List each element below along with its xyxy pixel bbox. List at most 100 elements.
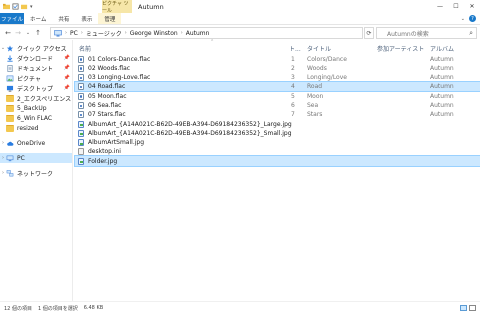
back-button[interactable]: ← xyxy=(3,26,13,40)
table-row[interactable]: Folder.jpg xyxy=(74,155,480,167)
pin-icon[interactable]: 📌 xyxy=(64,65,70,71)
nav-item-onedrive[interactable]: › OneDrive xyxy=(0,138,72,148)
details-view-icon[interactable] xyxy=(460,305,467,311)
column-header: ⌃ 名前 ト... タイトル 参加アーティスト アルバム xyxy=(75,39,480,54)
ribbon-tabs: ファイル ホーム 共有 表示 管理 ⌄ ? xyxy=(0,13,480,25)
table-row[interactable]: 06 Sea.flac 6 Sea Autumn xyxy=(75,100,480,109)
network-icon xyxy=(6,169,14,176)
title-cell: Stars xyxy=(307,111,323,119)
pin-icon[interactable]: 📌 xyxy=(64,75,70,81)
up-button[interactable]: ↑ xyxy=(33,26,43,40)
file-name: 01 Colors-Dance.flac xyxy=(88,55,151,63)
breadcrumb-separator-icon: › xyxy=(80,30,83,36)
file-name: AlbumArt_{A14A021C-B62D-49EB-A394-D69184… xyxy=(88,129,292,137)
breadcrumb-separator-icon: › xyxy=(180,30,183,36)
column-track[interactable]: ト... xyxy=(289,44,301,53)
navigation-pane[interactable]: ⌄ クイック アクセス ダウンロード 📌 ドキュメント 📌 ピクチャ 📌 デスク… xyxy=(0,40,73,301)
column-contributing-artist[interactable]: 参加アーティスト xyxy=(377,44,424,53)
column-album[interactable]: アルバム xyxy=(430,44,454,53)
document-icon xyxy=(7,64,13,72)
file-list[interactable]: ⌃ 名前 ト... タイトル 参加アーティスト アルバム 01 Colors-D… xyxy=(74,39,480,301)
title-bar: ▾ ピクチャ ツール Autumn — ☐ ✕ xyxy=(0,0,480,14)
table-row[interactable]: AlbumArt_{A14A021C-B62D-49EB-A394-D69184… xyxy=(75,128,480,137)
table-row[interactable]: 03 Longing-Love.flac 3 Longing/Love Autumn xyxy=(75,73,480,82)
pin-icon[interactable]: 📌 xyxy=(64,85,70,91)
refresh-button[interactable]: ⟳ xyxy=(364,27,374,39)
expand-ribbon-icon[interactable]: ⌄ xyxy=(461,16,465,22)
tab-view[interactable]: 表示 xyxy=(75,13,98,24)
audio-file-icon xyxy=(78,111,84,119)
nav-item-downloads[interactable]: ダウンロード 📌 xyxy=(0,53,72,63)
breadcrumb-george-winston[interactable]: George Winston xyxy=(130,30,178,37)
search-placeholder: Autumnの検索 xyxy=(387,30,429,38)
window-title: Autumn xyxy=(138,3,164,11)
nav-item-resized[interactable]: resized xyxy=(0,123,72,133)
album-cell: Autumn xyxy=(430,111,454,119)
tab-share[interactable]: 共有 xyxy=(52,13,75,24)
file-name: 07 Stars.flac xyxy=(88,111,126,119)
new-folder-icon[interactable] xyxy=(21,3,28,10)
breadcrumb-autumn[interactable]: Autumn xyxy=(186,30,210,37)
table-row[interactable]: 07 Stars.flac 7 Stars Autumn xyxy=(75,110,480,119)
table-row[interactable]: 05 Moon.flac 5 Moon Autumn xyxy=(75,91,480,100)
nav-item-quick-access[interactable]: ⌄ クイック アクセス xyxy=(0,43,72,53)
folder-icon xyxy=(3,3,10,10)
properties-icon[interactable] xyxy=(12,3,19,10)
track-cell: 7 xyxy=(291,111,295,119)
pc-icon xyxy=(54,29,62,36)
help-icon[interactable]: ? xyxy=(469,15,476,22)
breadcrumb-pc[interactable]: PC xyxy=(70,30,78,37)
pc-icon xyxy=(6,155,14,161)
nav-item-documents[interactable]: ドキュメント 📌 xyxy=(0,63,72,73)
nav-item-backup[interactable]: 5_BackUp xyxy=(0,103,72,113)
nav-item-experience[interactable]: 2_エクスペリエンス xyxy=(0,93,72,103)
file-rows: 01 Colors-Dance.flac 1 Colors/Dance Autumn 0… xyxy=(74,54,480,167)
forward-button[interactable]: → xyxy=(13,26,23,40)
column-name[interactable]: 名前 xyxy=(79,44,91,53)
qat-dropdown-icon[interactable]: ▾ xyxy=(30,4,33,10)
nav-item-pc[interactable]: › PC xyxy=(0,153,72,163)
recent-locations-button[interactable]: ⌄ xyxy=(23,26,33,40)
close-button[interactable]: ✕ xyxy=(464,0,480,13)
quick-access-toolbar: ▾ xyxy=(0,3,33,10)
table-row[interactable]: AlbumArtSmall.jpg xyxy=(75,138,480,147)
title-cell: Woods xyxy=(307,64,327,72)
pin-icon[interactable]: 📌 xyxy=(64,55,70,61)
nav-item-network[interactable]: › ネットワーク xyxy=(0,168,72,178)
title-cell: Road xyxy=(307,83,323,91)
search-input[interactable]: Autumnの検索 ⌕ xyxy=(376,27,477,39)
large-icons-view-icon[interactable] xyxy=(469,305,476,311)
album-cell: Autumn xyxy=(430,55,454,63)
desktop-icon xyxy=(6,85,14,92)
nav-item-pictures[interactable]: ピクチャ 📌 xyxy=(0,73,72,83)
file-name: 03 Longing-Love.flac xyxy=(88,74,151,82)
audio-file-icon xyxy=(78,92,84,100)
nav-item-desktop[interactable]: デスクトップ 📌 xyxy=(0,83,72,93)
pictures-icon xyxy=(6,75,14,81)
minimize-button[interactable]: — xyxy=(432,0,448,13)
tab-file[interactable]: ファイル xyxy=(0,13,24,24)
folder-icon xyxy=(6,104,14,112)
download-icon xyxy=(7,54,13,62)
album-cell: Autumn xyxy=(430,83,454,91)
table-row[interactable]: AlbumArt_{A14A021C-B62D-49EB-A394-D69184… xyxy=(75,119,480,128)
address-bar[interactable]: › PC › ミュージック › George Winston › Autumn xyxy=(50,27,363,39)
title-cell: Longing/Love xyxy=(307,74,347,82)
view-switcher xyxy=(460,305,476,311)
column-title[interactable]: タイトル xyxy=(307,44,331,53)
tab-manage[interactable]: 管理 xyxy=(98,13,122,24)
tab-home[interactable]: ホーム xyxy=(24,13,52,24)
file-name: Folder.jpg xyxy=(88,157,118,165)
track-cell: 2 xyxy=(291,64,295,72)
table-row[interactable]: 02 Woods.flac 2 Woods Autumn xyxy=(75,63,480,72)
table-row[interactable]: 01 Colors-Dance.flac 1 Colors/Dance Autumn xyxy=(75,54,480,63)
file-name: 04 Road.flac xyxy=(88,83,126,91)
table-row[interactable]: 04 Road.flac 4 Road Autumn xyxy=(74,80,480,93)
breadcrumb-music[interactable]: ミュージック xyxy=(86,29,122,38)
maximize-button[interactable]: ☐ xyxy=(448,0,464,13)
file-name: desktop.ini xyxy=(88,148,121,156)
file-name: 06 Sea.flac xyxy=(88,101,122,109)
table-row[interactable]: desktop.ini xyxy=(75,147,480,156)
album-cell: Autumn xyxy=(430,74,454,82)
nav-item-win-flac[interactable]: 6_Win FLAC xyxy=(0,113,72,123)
